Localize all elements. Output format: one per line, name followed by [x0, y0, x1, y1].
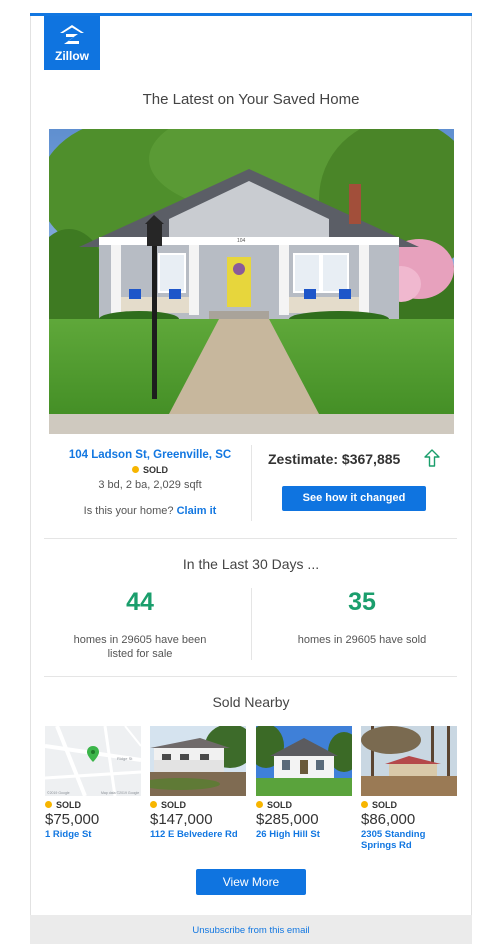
- nearby-home-photo[interactable]: [361, 726, 457, 796]
- listed-label-line1: homes in 29605 have been: [73, 634, 207, 646]
- listed-count: 44: [126, 588, 154, 616]
- saved-home-address-link[interactable]: 104 Ladson St, Greenville, SC: [49, 449, 251, 461]
- stats-divider: [251, 588, 252, 660]
- sold-dot-icon: [131, 466, 139, 474]
- address-line1[interactable]: 26 High Hill St: [256, 829, 356, 840]
- zestimate-value: Zestimate: $367,885: [268, 451, 401, 467]
- sold-nearby-title: Sold Nearby: [212, 694, 290, 710]
- nearby-address-link[interactable]: 26 High Hill St: [256, 829, 356, 840]
- view-more-button[interactable]: View More: [196, 869, 306, 895]
- nearby-address-link[interactable]: 2305 Standing Springs Rd: [361, 829, 461, 851]
- page-title: The Latest on Your Saved Home: [142, 91, 360, 108]
- nearby-price: $147,000: [150, 811, 213, 828]
- nearby-home-photo[interactable]: [256, 726, 352, 796]
- claim-prompt: Is this your home?: [83, 505, 174, 517]
- sold-count: 35: [348, 588, 376, 616]
- nearby-price: $86,000: [361, 811, 416, 828]
- nearby-status-badge: SOLD: [361, 800, 397, 810]
- nearby-map-thumbnail[interactable]: Ridge St ©2019 Google Map data ©2019 Goo…: [45, 726, 141, 796]
- svg-text:Map data ©2019 Google: Map data ©2019 Google: [101, 791, 139, 795]
- listed-label-line2: listed for sale: [107, 648, 173, 660]
- last-30-days-title: In the Last 30 Days ...: [182, 556, 320, 572]
- section-divider: [44, 676, 457, 677]
- claim-it-link[interactable]: Claim it: [177, 505, 217, 517]
- sold-dot-icon: [150, 801, 157, 809]
- nearby-status-badge: SOLD: [256, 800, 292, 810]
- svg-text:Ridge St: Ridge St: [117, 756, 133, 761]
- address-line1[interactable]: 1 Ridge St: [45, 829, 145, 840]
- sold-dot-icon: [45, 801, 52, 809]
- svg-text:104: 104: [237, 238, 246, 244]
- nearby-price: $285,000: [256, 811, 319, 828]
- sold-dot-icon: [256, 801, 263, 809]
- address-line2[interactable]: Springs Rd: [361, 840, 461, 851]
- status-text: SOLD: [142, 465, 168, 475]
- zillow-logo-icon: [60, 25, 84, 44]
- info-divider: [251, 445, 252, 521]
- svg-text:©2019 Google: ©2019 Google: [47, 791, 70, 795]
- address-line1[interactable]: 2305 Standing: [361, 829, 461, 840]
- zillow-logo[interactable]: Zillow: [44, 16, 100, 70]
- address-line1[interactable]: 112 E Belvedere Rd: [150, 829, 250, 840]
- see-how-it-changed-button[interactable]: See how it changed: [282, 486, 426, 511]
- nearby-price: $75,000: [45, 811, 100, 828]
- saved-home-photo[interactable]: 104: [49, 129, 454, 434]
- claim-home-row: Is this your home? Claim it: [49, 505, 251, 517]
- nearby-status-badge: SOLD: [45, 800, 81, 810]
- logo-wordmark: Zillow: [55, 49, 89, 63]
- sold-dot-icon: [361, 801, 368, 809]
- sold-label: homes in 29605 have sold: [297, 634, 427, 646]
- nearby-status-badge: SOLD: [150, 800, 186, 810]
- nearby-address-link[interactable]: 112 E Belvedere Rd: [150, 829, 250, 840]
- arrow-up-icon: [424, 449, 440, 467]
- nearby-address-link[interactable]: 1 Ridge St: [45, 829, 145, 840]
- section-divider: [44, 538, 457, 539]
- saved-home-facts: 3 bd, 2 ba, 2,029 sqft: [98, 479, 202, 491]
- listed-label: homes in 29605 have been listed for sale: [49, 633, 231, 661]
- unsubscribe-link[interactable]: Unsubscribe from this email: [30, 925, 472, 936]
- saved-home-status-badge: SOLD: [49, 465, 251, 475]
- nearby-home-photo[interactable]: [150, 726, 246, 796]
